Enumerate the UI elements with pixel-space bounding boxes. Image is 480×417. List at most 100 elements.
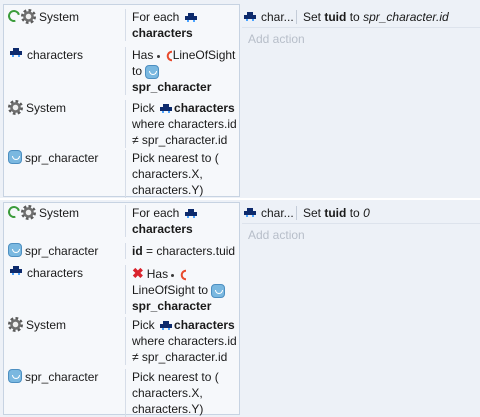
action-prefix: Set [303,206,322,220]
loop-icon [5,203,23,221]
condition-object-label: spr_character [25,370,99,384]
condition-name: LineOfSight [132,283,195,297]
condition-object: System [5,7,124,25]
condition-prefix: Pick [132,101,155,115]
condition-object: spr_character [8,150,124,166]
condition-object: System [5,203,124,221]
action-object: char... [242,206,296,220]
condition-object-ref: characters [132,26,193,40]
condition-line-3: characters.Y) [132,183,204,197]
condition-to-word: to [132,64,143,78]
add-action-link[interactable]: Add action [248,228,305,242]
condition-row[interactable]: spr_character id = characters.tuid [4,243,239,261]
condition-operator: = [146,244,154,258]
condition-text: id = characters.tuid [125,243,244,259]
event-2-conditions: System For each characters spr_character… [3,202,240,417]
condition-prefix: Has [146,267,169,281]
condition-object-ref: characters [132,222,193,236]
action-value: spr_character.id [363,10,449,24]
event-block-1[interactable]: System For each characters characters Ha… [0,0,480,198]
gear-icon [21,205,36,220]
action-text: Set tuid to spr_character.id [296,10,449,24]
condition-object-ref: characters [174,318,235,332]
invader-icon [158,320,174,332]
gear-icon [8,100,23,115]
add-action-link[interactable]: Add action [248,32,305,46]
condition-row[interactable]: characters ✖ Has LineOfSight to spr_chara… [4,265,239,315]
condition-row[interactable]: System For each characters [4,203,239,239]
action-row[interactable]: char... Set tuid to spr_character.id [242,7,480,28]
condition-row[interactable]: System Pick characters where characters.… [4,100,239,150]
action-value: 0 [363,206,370,220]
condition-object-label: spr_character [25,151,99,165]
action-row[interactable]: char... Set tuid to 0 [242,203,480,224]
action-to-word: to [349,10,360,24]
gear-icon [21,9,36,24]
condition-line-1: Pick nearest to ( [132,370,219,384]
condition-row[interactable]: spr_character Pick nearest to ( characte… [4,150,239,198]
condition-object-label: System [26,318,67,332]
event-1-actions: char... Set tuid to spr_character.id Add… [242,4,480,197]
condition-prefix: Has [132,48,154,62]
loop-icon [5,7,23,25]
line-of-sight-icon [156,49,173,62]
condition-object-label: characters [27,48,84,62]
invader-icon [242,11,258,23]
condition-to-word: to [198,283,209,297]
condition-object-label: spr_character [25,244,99,258]
condition-target: spr_character [132,80,212,94]
event-1-conditions: System For each characters characters Ha… [3,4,240,198]
action-variable: tuid [324,10,347,24]
condition-prefix: For each [132,206,180,220]
condition-line-2: characters.X, [132,167,203,181]
condition-object: System [8,317,124,333]
condition-text: Pick nearest to ( characters.X, characte… [125,369,244,417]
line-of-sight-icon [171,268,187,281]
action-variable: tuid [324,206,347,220]
condition-line-2: where characters.id [132,117,237,131]
event-2-actions: char... Set tuid to 0 Add action [242,200,480,413]
condition-line-1: Pick nearest to ( [132,151,219,165]
condition-line-3: ≠ spr_character.id [132,133,228,147]
condition-value: characters.tuid [156,244,236,258]
condition-row[interactable]: System For each characters [4,7,239,43]
condition-object-label: System [39,206,80,220]
invader-icon [8,265,24,277]
invader-icon [183,12,199,24]
condition-text: Pick characters where characters.id ≠ sp… [125,317,244,365]
condition-text: Pick characters where characters.id ≠ sp… [125,100,244,148]
condition-object-label: characters [27,266,84,280]
condition-line-2: where characters.id [132,334,237,348]
condition-row[interactable]: characters Has LineOfSight to spr_charac… [4,47,239,99]
condition-object-label: System [26,101,67,115]
condition-text: For each characters [125,205,244,237]
sprite-icon [211,283,226,298]
condition-row[interactable]: System Pick characters where characters.… [4,317,239,367]
condition-text: ✖ Has LineOfSight to spr_character [125,265,244,314]
condition-text: Has LineOfSight to spr_character [125,47,244,95]
condition-object: System [8,100,124,116]
invader-icon [242,207,258,219]
action-object: char... [242,10,296,24]
action-text: Set tuid to 0 [296,206,370,220]
condition-text: For each characters [125,9,244,41]
event-block-2[interactable]: System For each characters spr_character… [0,200,480,417]
condition-prefix: Pick [132,318,155,332]
condition-line-3: characters.Y) [132,402,204,416]
sprite-icon [145,64,160,79]
condition-variable: id [132,244,143,258]
condition-target: spr_character [132,299,212,313]
condition-object-ref: characters [174,101,235,115]
condition-row[interactable]: spr_character Pick nearest to ( characte… [4,369,239,417]
condition-line-3: ≠ spr_character.id [132,350,228,364]
condition-object: characters [8,265,124,281]
invader-icon [183,208,199,220]
action-prefix: Set [303,10,322,24]
sprite-icon [8,369,22,383]
condition-name: LineOfSight [172,48,236,62]
condition-object-label: System [39,10,80,24]
sprite-icon [8,243,22,257]
invader-icon [8,47,24,59]
condition-line-2: characters.X, [132,386,203,400]
condition-prefix: For each [132,10,180,24]
